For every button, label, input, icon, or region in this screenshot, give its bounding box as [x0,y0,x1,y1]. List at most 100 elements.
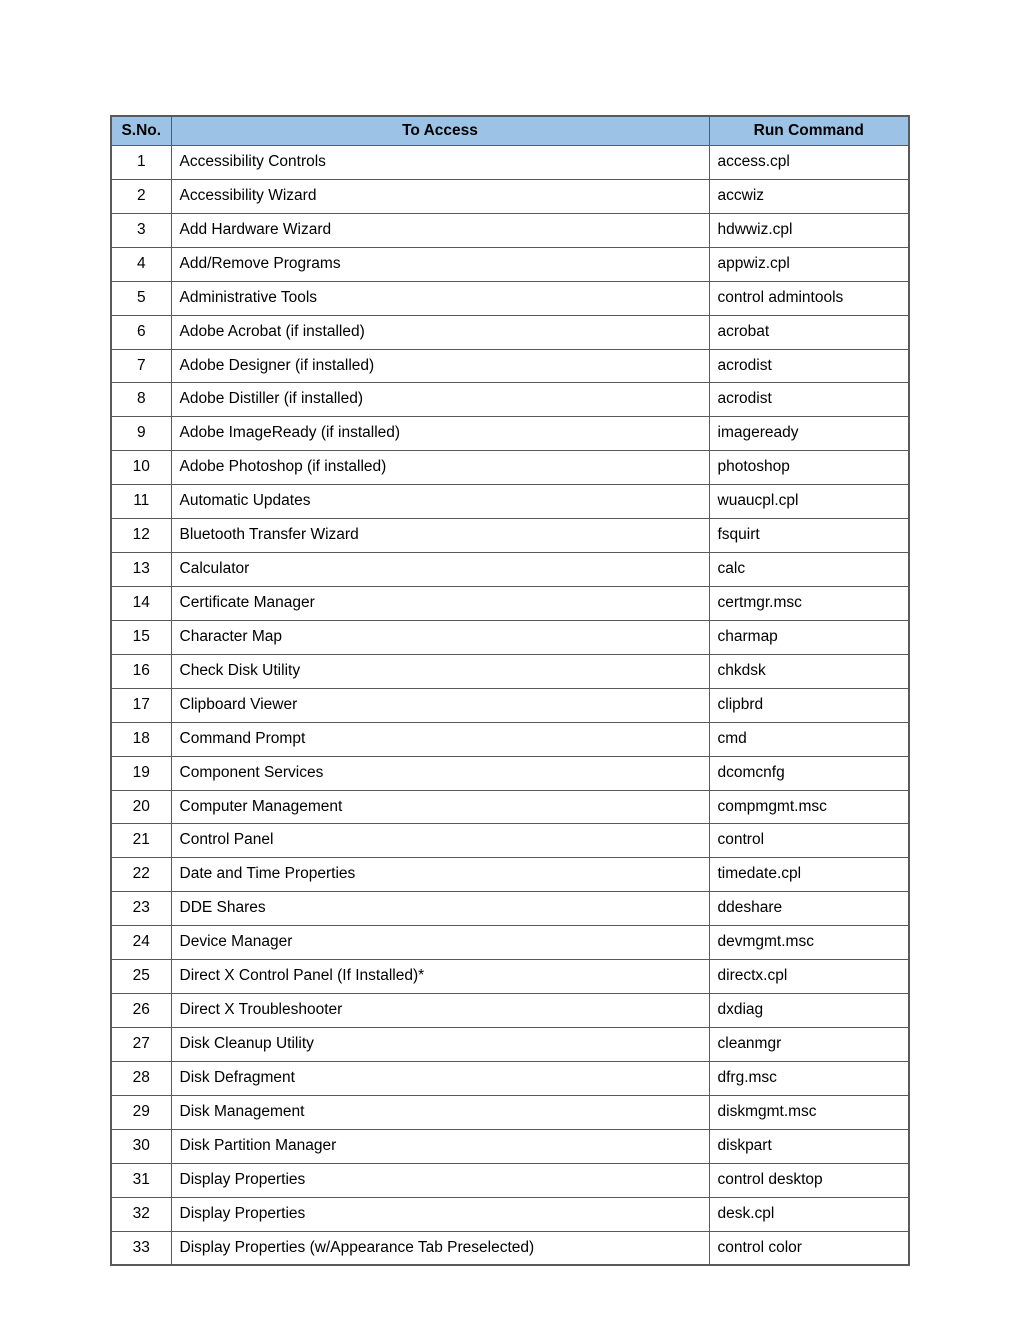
cell-cmd: dxdiag [709,994,909,1028]
table-row: 29Disk Managementdiskmgmt.msc [111,1095,909,1129]
cell-cmd: chkdsk [709,654,909,688]
cell-access: Device Manager [171,926,709,960]
cell-sno: 16 [111,654,171,688]
cell-access: Disk Partition Manager [171,1129,709,1163]
cell-access: Character Map [171,620,709,654]
table-row: 2Accessibility Wizardaccwiz [111,179,909,213]
cell-sno: 17 [111,688,171,722]
cell-cmd: hdwwiz.cpl [709,213,909,247]
cell-access: Display Properties (w/Appearance Tab Pre… [171,1231,709,1265]
table-row: 30Disk Partition Managerdiskpart [111,1129,909,1163]
cell-sno: 3 [111,213,171,247]
cell-access: Display Properties [171,1163,709,1197]
table-row: 4Add/Remove Programsappwiz.cpl [111,247,909,281]
cell-sno: 26 [111,994,171,1028]
cell-sno: 11 [111,485,171,519]
cell-access: Date and Time Properties [171,858,709,892]
cell-sno: 32 [111,1197,171,1231]
cell-cmd: ddeshare [709,892,909,926]
cell-access: Adobe Photoshop (if installed) [171,451,709,485]
cell-sno: 13 [111,553,171,587]
cell-cmd: clipbrd [709,688,909,722]
header-cmd: Run Command [709,116,909,146]
cell-access: Clipboard Viewer [171,688,709,722]
run-commands-table: S.No. To Access Run Command 1Accessibili… [110,115,910,1266]
cell-cmd: control admintools [709,281,909,315]
cell-sno: 33 [111,1231,171,1265]
table-row: 10Adobe Photoshop (if installed)photosho… [111,451,909,485]
table-row: 17Clipboard Viewerclipbrd [111,688,909,722]
cell-access: Direct X Control Panel (If Installed)* [171,960,709,994]
cell-sno: 25 [111,960,171,994]
cell-sno: 10 [111,451,171,485]
table-row: 22Date and Time Propertiestimedate.cpl [111,858,909,892]
cell-cmd: diskpart [709,1129,909,1163]
cell-cmd: appwiz.cpl [709,247,909,281]
cell-cmd: charmap [709,620,909,654]
cell-sno: 29 [111,1095,171,1129]
header-access: To Access [171,116,709,146]
cell-sno: 15 [111,620,171,654]
cell-sno: 6 [111,315,171,349]
cell-cmd: diskmgmt.msc [709,1095,909,1129]
cell-access: Adobe Designer (if installed) [171,349,709,383]
cell-cmd: imageready [709,417,909,451]
cell-access: Adobe Acrobat (if installed) [171,315,709,349]
cell-access: Add/Remove Programs [171,247,709,281]
table-body: 1Accessibility Controlsaccess.cpl2Access… [111,146,909,1266]
cell-cmd: fsquirt [709,519,909,553]
cell-access: Display Properties [171,1197,709,1231]
cell-sno: 1 [111,146,171,180]
cell-cmd: control desktop [709,1163,909,1197]
cell-cmd: dfrg.msc [709,1061,909,1095]
table-row: 18Command Promptcmd [111,722,909,756]
cell-sno: 19 [111,756,171,790]
cell-cmd: photoshop [709,451,909,485]
cell-cmd: accwiz [709,179,909,213]
cell-sno: 22 [111,858,171,892]
cell-access: Bluetooth Transfer Wizard [171,519,709,553]
cell-sno: 12 [111,519,171,553]
table-row: 28Disk Defragmentdfrg.msc [111,1061,909,1095]
cell-sno: 24 [111,926,171,960]
cell-cmd: compmgmt.msc [709,790,909,824]
table-row: 11Automatic Updateswuaucpl.cpl [111,485,909,519]
table-row: 27Disk Cleanup Utilitycleanmgr [111,1027,909,1061]
table-row: 26Direct X Troubleshooterdxdiag [111,994,909,1028]
cell-access: Computer Management [171,790,709,824]
cell-sno: 7 [111,349,171,383]
table-row: 21Control Panelcontrol [111,824,909,858]
cell-sno: 27 [111,1027,171,1061]
cell-cmd: acrodist [709,349,909,383]
table-row: 1Accessibility Controlsaccess.cpl [111,146,909,180]
cell-access: Certificate Manager [171,586,709,620]
header-sno: S.No. [111,116,171,146]
table-row: 13Calculatorcalc [111,553,909,587]
table-row: 24Device Managerdevmgmt.msc [111,926,909,960]
table-row: 5Administrative Toolscontrol admintools [111,281,909,315]
table-row: 16Check Disk Utilitychkdsk [111,654,909,688]
cell-sno: 9 [111,417,171,451]
cell-cmd: control [709,824,909,858]
table-row: 7Adobe Designer (if installed)acrodist [111,349,909,383]
cell-cmd: wuaucpl.cpl [709,485,909,519]
cell-access: Automatic Updates [171,485,709,519]
cell-cmd: dcomcnfg [709,756,909,790]
cell-cmd: desk.cpl [709,1197,909,1231]
cell-cmd: acrodist [709,383,909,417]
table-row: 25Direct X Control Panel (If Installed)*… [111,960,909,994]
cell-cmd: devmgmt.msc [709,926,909,960]
cell-access: Control Panel [171,824,709,858]
cell-cmd: timedate.cpl [709,858,909,892]
cell-sno: 5 [111,281,171,315]
cell-access: Calculator [171,553,709,587]
cell-cmd: acrobat [709,315,909,349]
cell-sno: 14 [111,586,171,620]
table-row: 23DDE Sharesddeshare [111,892,909,926]
cell-sno: 28 [111,1061,171,1095]
table-row: 8Adobe Distiller (if installed)acrodist [111,383,909,417]
table-row: 9Adobe ImageReady (if installed)imagerea… [111,417,909,451]
cell-access: Disk Defragment [171,1061,709,1095]
table-row: 6Adobe Acrobat (if installed)acrobat [111,315,909,349]
cell-cmd: access.cpl [709,146,909,180]
